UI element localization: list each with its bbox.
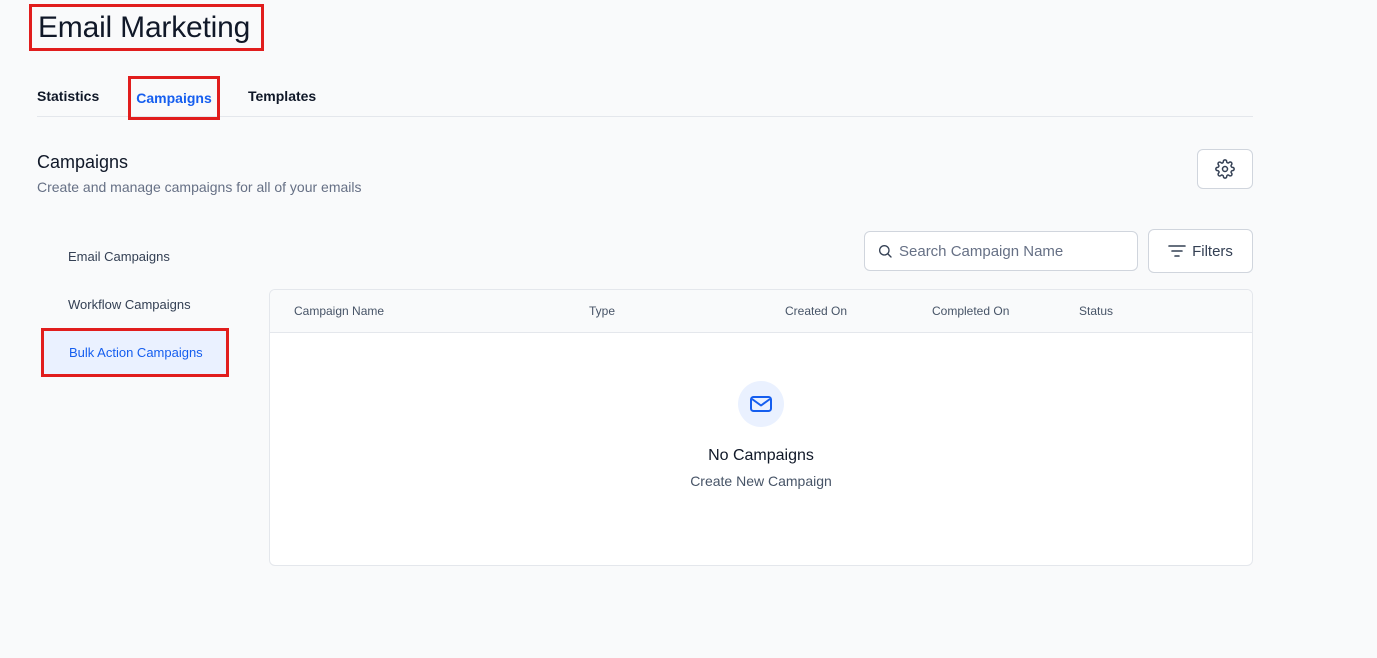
search-input[interactable] bbox=[899, 242, 1129, 260]
page-title: Email Marketing bbox=[38, 10, 251, 44]
empty-state-title: No Campaigns bbox=[708, 447, 814, 464]
column-header-completed-on: Completed On bbox=[932, 304, 1010, 318]
email-marketing-page: Email Marketing Statistics Campaigns Tem… bbox=[0, 0, 1377, 658]
section-title: Campaigns bbox=[37, 152, 129, 172]
tab-templates[interactable]: Templates bbox=[248, 76, 316, 116]
filter-icon bbox=[1168, 245, 1186, 257]
column-header-created-on: Created On bbox=[785, 304, 848, 318]
create-new-campaign-link[interactable]: Create New Campaign bbox=[270, 473, 1252, 489]
column-header-type: Type bbox=[589, 304, 616, 318]
tab-bar: Statistics Campaigns Templates bbox=[37, 76, 1253, 120]
campaigns-table: Campaign Name Type Created On Completed … bbox=[269, 289, 1253, 566]
filters-button[interactable]: Filters bbox=[1148, 229, 1253, 273]
settings-button[interactable] bbox=[1197, 149, 1253, 189]
mail-icon bbox=[750, 396, 772, 412]
filters-label: Filters bbox=[1192, 242, 1233, 260]
search-icon bbox=[879, 245, 892, 258]
table-header: Campaign Name Type Created On Completed … bbox=[270, 290, 1252, 333]
page-title-box: Email Marketing bbox=[29, 4, 264, 51]
column-header-campaign-name: Campaign Name bbox=[294, 304, 385, 318]
gear-icon bbox=[1215, 159, 1235, 179]
empty-state-icon-circle bbox=[738, 381, 784, 427]
sidebar-item-workflow-campaigns[interactable]: Workflow Campaigns bbox=[44, 282, 226, 326]
search-box[interactable] bbox=[864, 231, 1138, 271]
column-header-status: Status bbox=[1079, 304, 1114, 318]
tab-campaigns[interactable]: Campaigns bbox=[128, 76, 220, 120]
tab-statistics[interactable]: Statistics bbox=[37, 76, 99, 116]
sidebar-item-bulk-action-campaigns[interactable]: Bulk Action Campaigns bbox=[41, 328, 229, 377]
sidebar-item-email-campaigns[interactable]: Email Campaigns bbox=[44, 234, 226, 278]
section-subtitle: Create and manage campaigns for all of y… bbox=[37, 179, 362, 195]
